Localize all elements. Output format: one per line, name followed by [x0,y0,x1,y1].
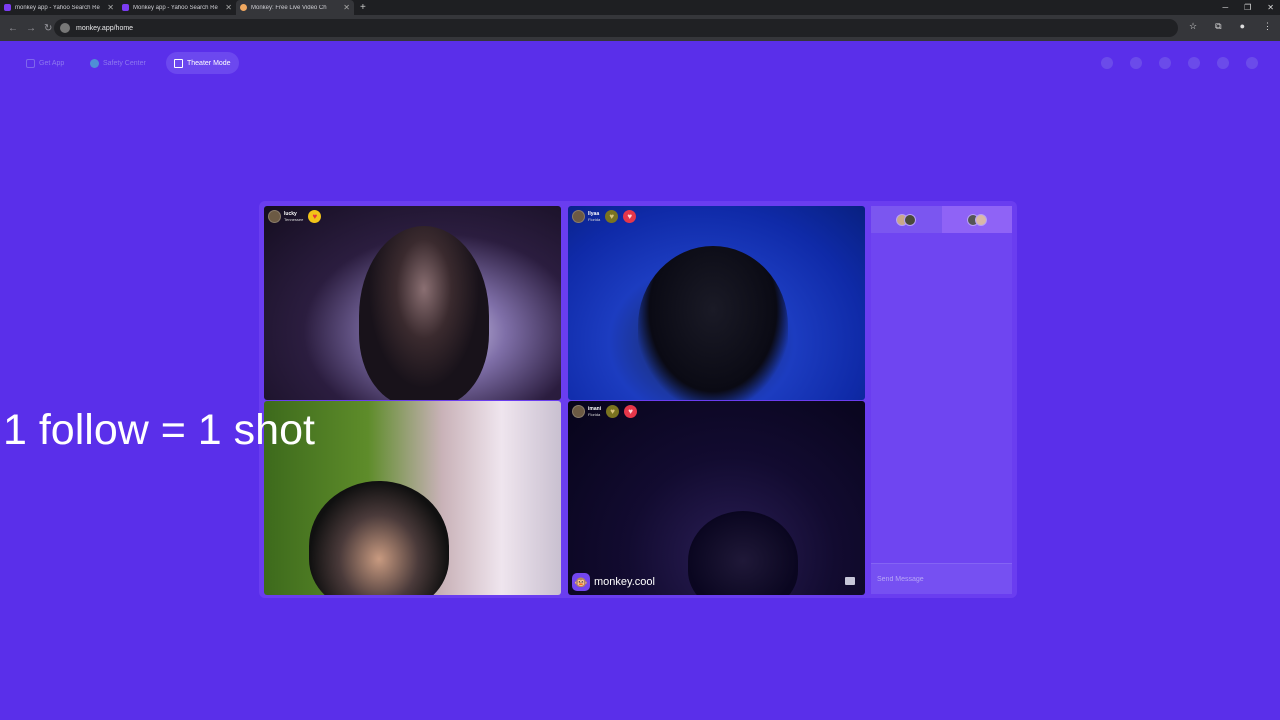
video-feed [638,246,788,400]
chat-toggle-icon[interactable] [845,577,855,585]
reload-icon[interactable]: ↻ [44,23,54,34]
video-feed [309,481,449,595]
avatar [572,405,585,418]
chat-panel-header [871,206,1012,233]
message-composer [871,563,1012,594]
bookmark-star-icon[interactable]: ☆ [1189,21,1197,32]
avatar [904,213,917,226]
tab-title: Monkey: Free Live Video Ch [251,4,327,11]
yahoo-favicon-icon [4,4,11,11]
pair-tab-2[interactable] [941,206,1012,233]
browser-tab-bar: monkey app - Yahoo Search Re ✕ Monkey ap… [0,0,1280,15]
heart-badge-icon: ♥ [308,210,322,223]
safety-center-button[interactable]: Safety Center [82,52,154,74]
close-icon[interactable]: ✕ [107,3,114,12]
window-controls: ─ ❐ ✕ [1222,0,1274,15]
menu-icon[interactable]: ⋮ [1263,21,1272,32]
send-message-input[interactable] [877,575,1007,583]
yahoo-favicon-icon [122,4,129,11]
extensions-icon[interactable]: ⧉ [1215,21,1221,32]
shield-icon [90,58,99,68]
browser-tab-1[interactable]: monkey app - Yahoo Search Re ✕ [0,0,118,15]
browser-tab-3[interactable]: Monkey: Free Live Video Ch ✕ [236,0,354,15]
stream-overlay-text: 1 follow = 1 shot [3,406,315,454]
site-info-icon[interactable] [60,23,70,33]
video-feed [688,511,798,595]
user-chip[interactable]: llyaa Florida ♥ ♥ [572,210,637,223]
tab-title: monkey app - Yahoo Search Re [15,4,100,11]
forward-icon[interactable]: → [26,23,36,34]
user-location: Florida [588,217,601,222]
search-icon[interactable] [1130,57,1142,69]
history-icon[interactable] [1188,57,1200,69]
url-text: monkey.app/home [76,24,134,32]
profile-avatar-icon[interactable] [1246,57,1258,69]
avatar-pair [896,213,917,226]
chat-icon[interactable] [1217,57,1229,69]
gift-badge-icon: ♥ [623,210,637,223]
user-chip[interactable]: imani Florida ♥ ♥ [572,405,638,418]
app-toolbar: Get App Safety Center Theater Mode [0,50,1280,76]
get-app-button[interactable]: Get App [18,52,72,74]
minimize-icon[interactable]: ─ [1222,3,1228,12]
avatar [572,210,585,223]
restore-icon[interactable]: ❐ [1244,3,1251,12]
user-chip[interactable]: lucky Tennessee ♥ [268,210,322,223]
monkey-favicon-icon [240,4,247,11]
browser-actions: ☆ ⧉ ● ⋮ [1189,21,1272,32]
theater-mode-label: Theater Mode [187,59,231,67]
close-window-icon[interactable]: ✕ [1267,3,1274,12]
address-bar: ← → ↻ monkey.app/home ☆ ⧉ ● ⋮ [0,15,1280,41]
phone-icon [26,58,35,68]
close-icon[interactable]: ✕ [225,3,232,12]
theater-mode-button[interactable]: Theater Mode [166,52,239,74]
coin-icon[interactable] [1159,57,1171,69]
heart-badge-icon: ♥ [605,210,619,223]
avatar [974,213,987,226]
brand-text: monkey.cool [594,576,655,588]
user-location: Tennessee [284,217,304,222]
avatar [268,210,281,223]
url-field[interactable]: monkey.app/home [54,19,1178,37]
monkey-icon: 🐵 [572,573,590,591]
chat-panel [871,206,1012,594]
shop-icon[interactable] [1101,57,1113,69]
pair-tab-1[interactable] [871,206,942,233]
user-location: Florida [588,412,601,417]
heart-badge-icon: ♥ [606,405,620,418]
video-tile-2[interactable]: llyaa Florida ♥ ♥ [568,206,865,400]
safety-center-label: Safety Center [103,59,146,67]
back-icon[interactable]: ← [8,23,18,34]
get-app-label: Get App [39,59,65,67]
profile-icon[interactable]: ● [1240,21,1245,32]
close-icon[interactable]: ✕ [343,3,350,12]
video-tile-1[interactable]: lucky Tennessee ♥ [264,206,561,400]
video-tile-4[interactable]: imani Florida ♥ ♥ 🐵 monkey.cool [568,401,865,595]
toolbar-right-icons [1101,57,1258,69]
avatar-pair [966,213,987,226]
gift-badge-icon: ♥ [624,405,638,418]
new-tab-button[interactable]: + [360,2,366,13]
video-feed [359,226,489,400]
tab-title: Monkey app - Yahoo Search Re [133,4,218,11]
browser-tab-2[interactable]: Monkey app - Yahoo Search Re ✕ [118,0,236,15]
brand-watermark: 🐵 monkey.cool [572,573,655,591]
expand-icon [174,58,183,68]
